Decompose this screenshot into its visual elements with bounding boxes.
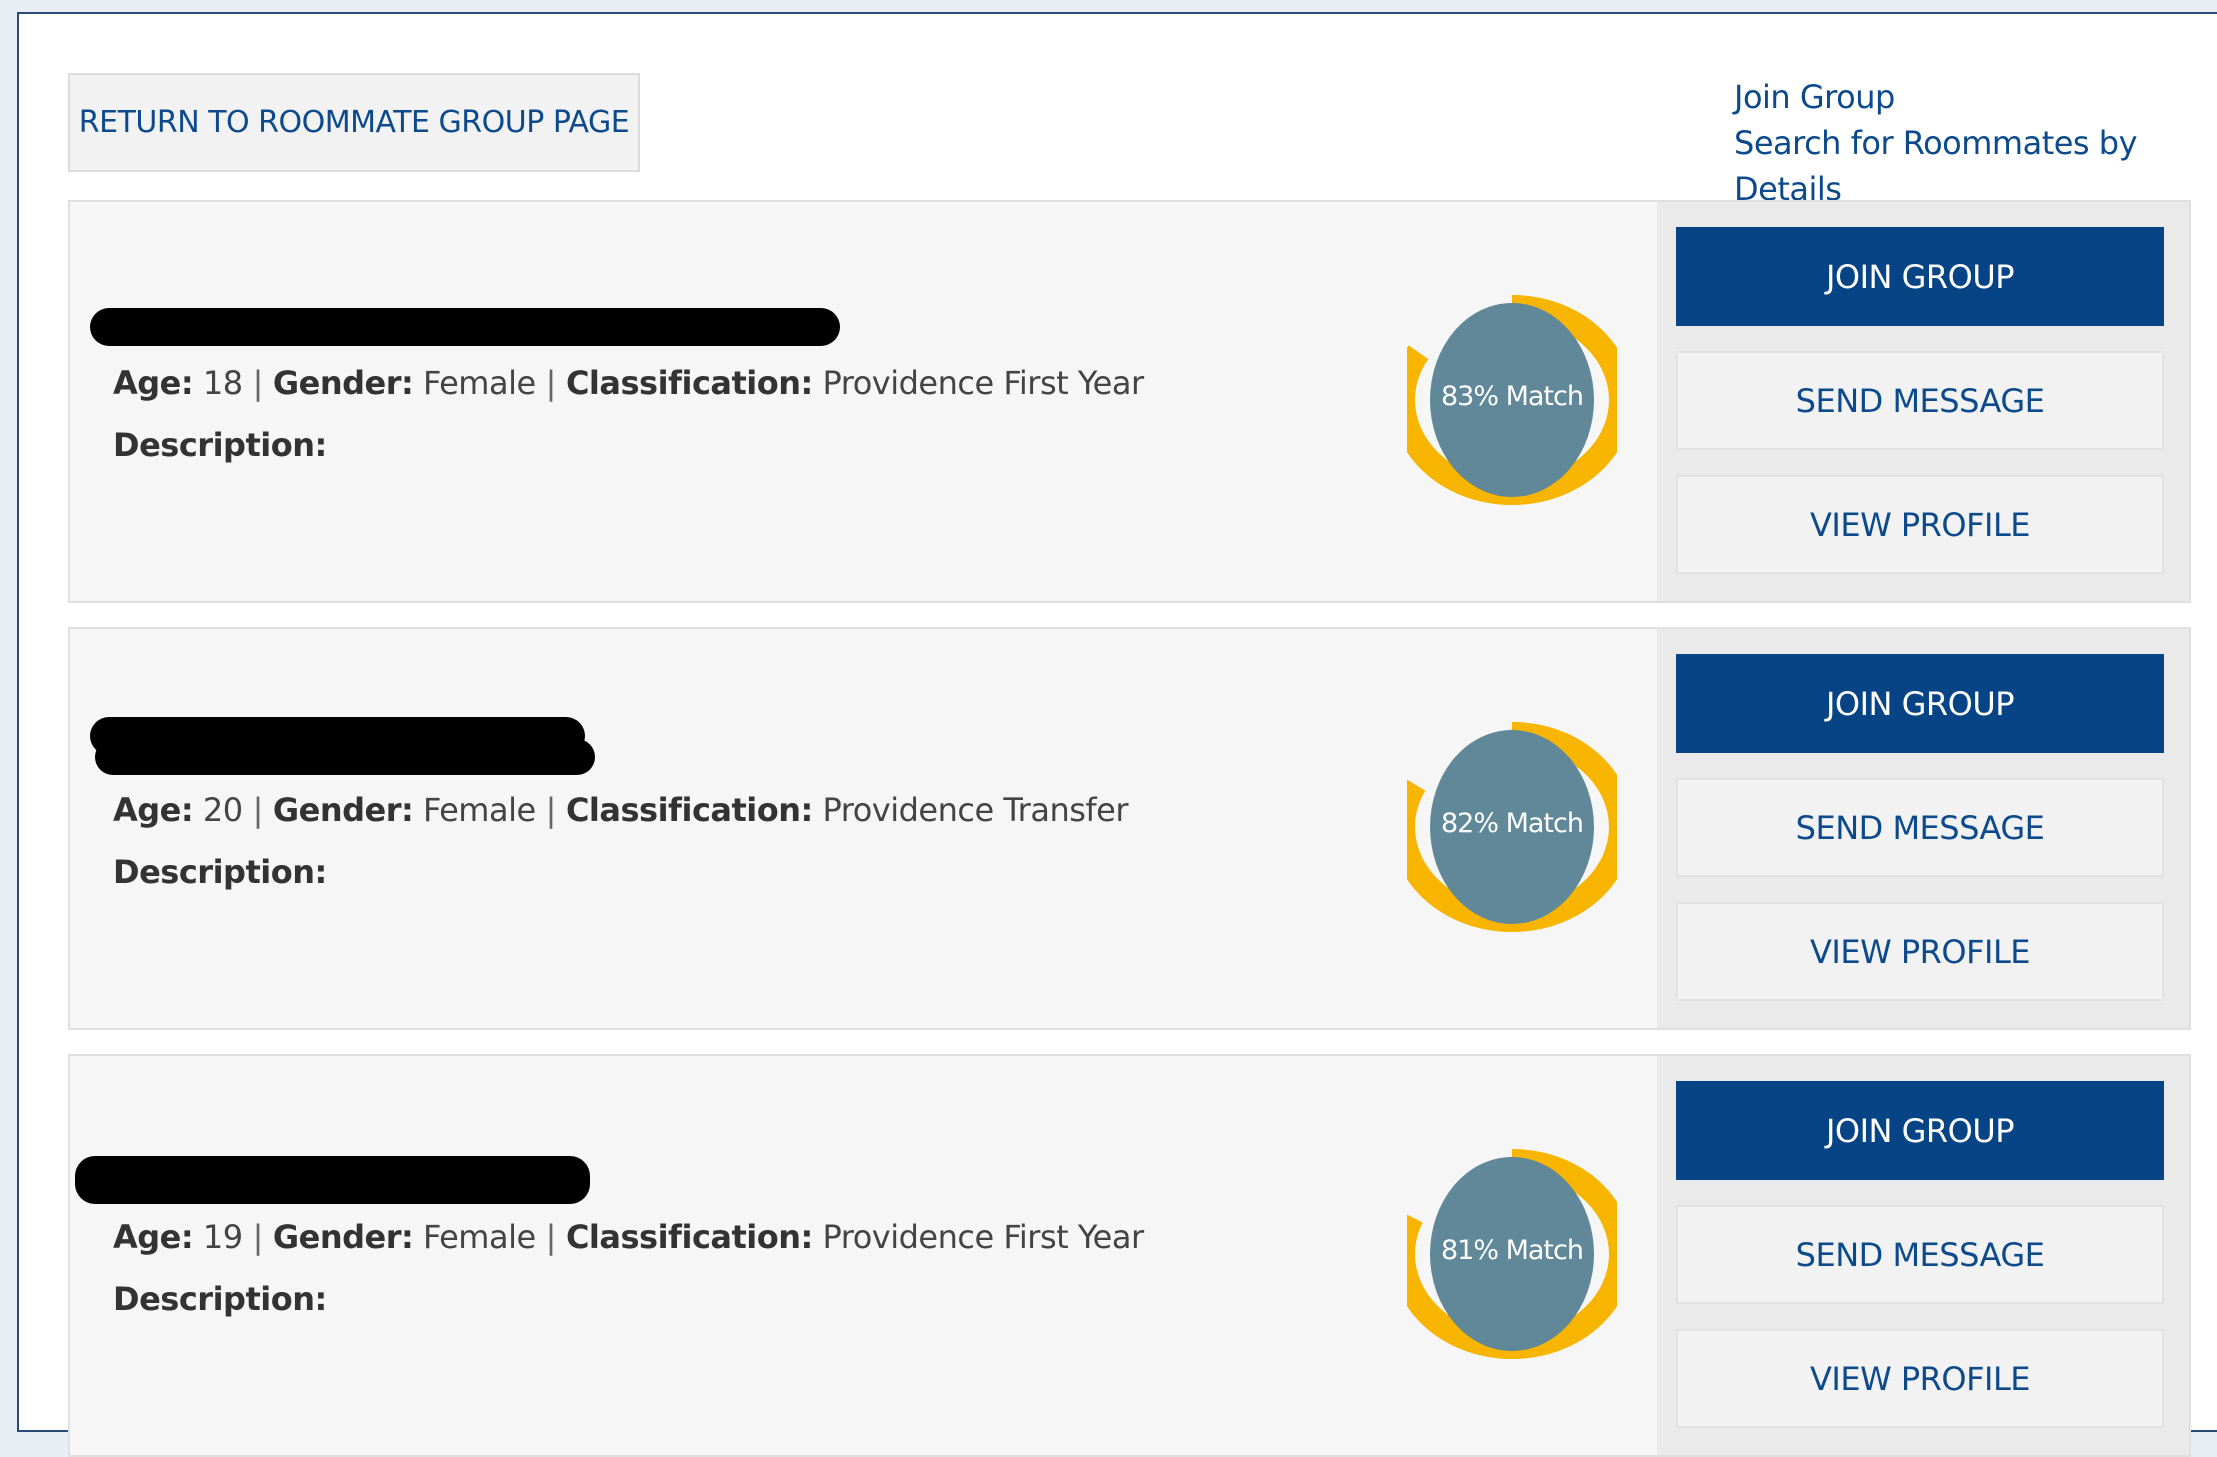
join-group-button[interactable]: JOIN GROUP (1676, 227, 2164, 326)
redacted-name (95, 739, 595, 775)
view-profile-button[interactable]: VIEW PROFILE (1676, 475, 2164, 574)
redacted-name (75, 1156, 590, 1204)
match-score: 83% Match (1407, 277, 1617, 523)
match-card: Age: 20 | Gender: Female | Classification: P… (68, 627, 2191, 1030)
student-info: Age: 19 | Gender: Female | Classification: P… (113, 1218, 1144, 1256)
send-message-button[interactable]: SEND MESSAGE (1676, 778, 2164, 877)
match-score: 81% Match (1407, 1131, 1617, 1377)
match-percentage: 82% Match (1441, 808, 1584, 839)
match-percentage: 81% Match (1441, 1235, 1584, 1266)
match-card: Age: 18 | Gender: Female | Classification: P… (68, 200, 2191, 603)
card-actions: JOIN GROUP SEND MESSAGE VIEW PROFILE (1657, 202, 2189, 601)
student-info: Age: 20 | Gender: Female | Classification: P… (113, 791, 1128, 829)
match-score: 82% Match (1407, 704, 1617, 950)
description-line: Description: (113, 1280, 327, 1318)
return-to-group-button[interactable]: RETURN TO ROOMMATE GROUP PAGE (68, 73, 640, 172)
join-group-button[interactable]: JOIN GROUP (1676, 1081, 2164, 1180)
student-info: Age: 18 | Gender: Female | Classification: P… (113, 364, 1144, 402)
page-frame: RETURN TO ROOMMATE GROUP PAGE Join Group… (17, 12, 2217, 1457)
card-actions: JOIN GROUP SEND MESSAGE VIEW PROFILE (1657, 629, 2189, 1028)
send-message-button[interactable]: SEND MESSAGE (1676, 351, 2164, 450)
view-profile-button[interactable]: VIEW PROFILE (1676, 1329, 2164, 1428)
join-group-button[interactable]: JOIN GROUP (1676, 654, 2164, 753)
top-links: Join Group Search for Roommates by Detai… (1734, 74, 2217, 212)
match-percentage: 83% Match (1441, 381, 1584, 412)
card-actions: JOIN GROUP SEND MESSAGE VIEW PROFILE (1657, 1056, 2189, 1455)
match-card: Age: 19 | Gender: Female | Classification: P… (68, 1054, 2191, 1457)
redacted-name (90, 308, 840, 346)
view-profile-button[interactable]: VIEW PROFILE (1676, 902, 2164, 1001)
description-line: Description: (113, 426, 327, 464)
send-message-button[interactable]: SEND MESSAGE (1676, 1205, 2164, 1304)
description-line: Description: (113, 853, 327, 891)
join-group-link[interactable]: Join Group (1734, 74, 2217, 120)
search-roommates-link[interactable]: Search for Roommates by Details (1734, 120, 2217, 212)
